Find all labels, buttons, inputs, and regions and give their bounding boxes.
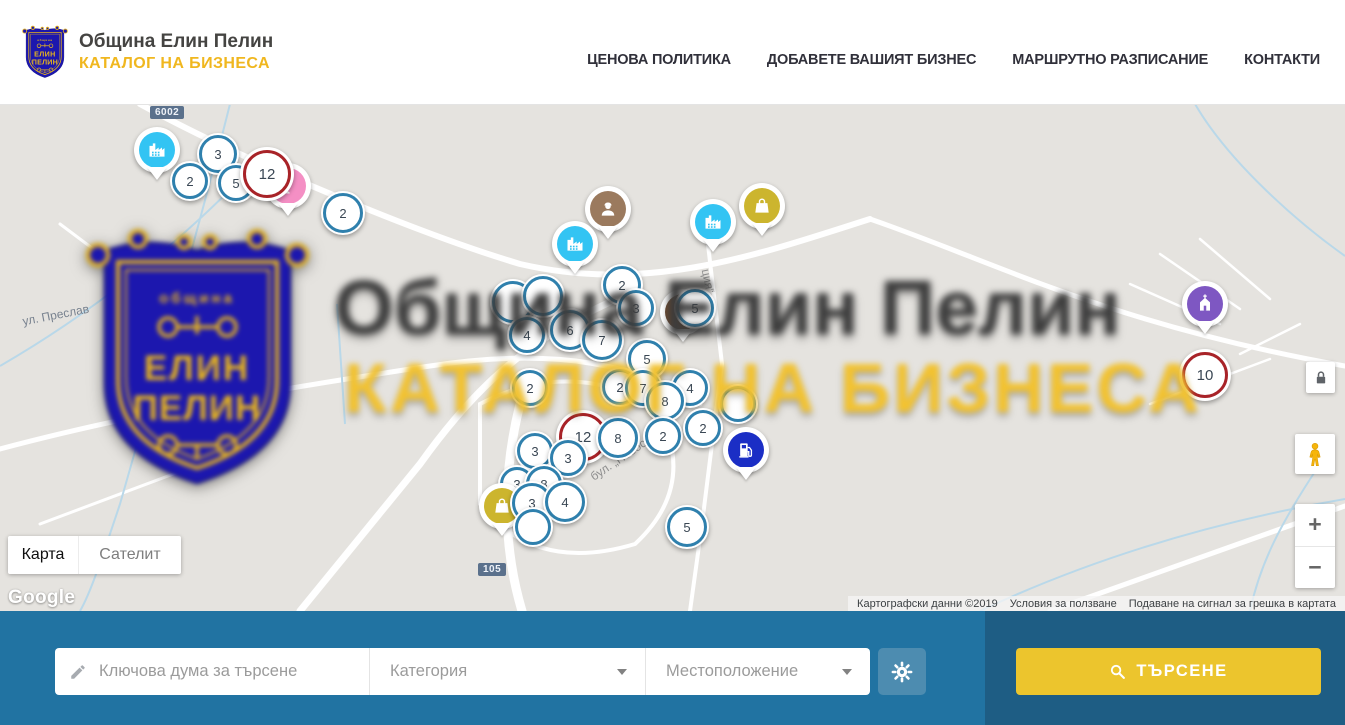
nav-item-bus-schedule[interactable]: МАРШРУТНО РАЗПИСАНИЕ bbox=[1012, 52, 1208, 68]
bag-icon bbox=[752, 196, 772, 216]
search-icon bbox=[1109, 663, 1126, 680]
map-marker-cluster[interactable]: 2 bbox=[170, 161, 210, 201]
google-map[interactable]: 6002 105 ул. Преслав бул. „Новосел ция“ … bbox=[0, 104, 1345, 611]
municipality-crest-icon bbox=[20, 20, 70, 84]
category-select[interactable]: Категория bbox=[369, 648, 645, 695]
main-nav: ЦЕНОВА ПОЛИТИКА ДОБАВЕТЕ ВАШИЯТ БИЗНЕС М… bbox=[587, 52, 1320, 68]
satellite-view-button[interactable]: Сателит bbox=[78, 536, 181, 574]
gear-icon bbox=[890, 660, 914, 684]
map-marker-fuel-pin[interactable] bbox=[723, 427, 769, 490]
advanced-options-button[interactable] bbox=[878, 648, 926, 695]
site-subtitle: КАТАЛОГ НА БИЗНЕСА bbox=[79, 54, 273, 74]
location-select-label: Местоположение bbox=[666, 662, 798, 681]
search-bar: Категория Местоположение bbox=[0, 611, 1345, 725]
church-icon bbox=[1195, 294, 1215, 314]
chevron-down-icon bbox=[617, 669, 627, 675]
map-type-control: Карта Сателит bbox=[8, 536, 181, 574]
keyword-search-input[interactable] bbox=[97, 661, 341, 682]
map-attribution: Картографски данни ©2019 Условия за полз… bbox=[848, 596, 1345, 611]
site-logo[interactable]: Община Елин Пелин КАТАЛОГ НА БИЗНЕСА bbox=[20, 20, 273, 84]
map-marker-church-pin[interactable] bbox=[1182, 281, 1228, 344]
map-marker-cluster[interactable]: 12 bbox=[240, 147, 294, 201]
search-button[interactable]: ТЪРСЕНЕ bbox=[1016, 648, 1321, 695]
nav-item-pricing[interactable]: ЦЕНОВА ПОЛИТИКА bbox=[587, 52, 731, 68]
fuel-icon bbox=[736, 440, 756, 460]
pegman-icon bbox=[1302, 440, 1328, 468]
google-logo[interactable]: Google bbox=[8, 587, 75, 609]
header: Община Елин Пелин КАТАЛОГ НА БИЗНЕСА ЦЕН… bbox=[0, 0, 1345, 105]
watermark-subtitle: КАТАЛОГ НА БИЗНЕСА bbox=[344, 348, 1202, 428]
watermark-title: Община Елин Пелин bbox=[334, 264, 1121, 353]
chevron-down-icon bbox=[842, 669, 852, 675]
pegman-button[interactable] bbox=[1295, 434, 1335, 474]
map-marker-cluster[interactable]: 2 bbox=[321, 191, 365, 235]
business-catalog-app: Община Елин Пелин КАТАЛОГ НА БИЗНЕСА ЦЕН… bbox=[0, 0, 1345, 725]
watermark-crest bbox=[75, 215, 320, 500]
lock-button[interactable] bbox=[1306, 362, 1335, 393]
zoom-in-button[interactable]: + bbox=[1295, 504, 1335, 546]
map-marker-bag-pin[interactable] bbox=[739, 183, 785, 246]
map-marker-cluster[interactable] bbox=[513, 507, 553, 547]
report-error-link[interactable]: Подаване на сигнал за грешка в картата bbox=[1123, 598, 1342, 610]
search-fields-group: Категория Местоположение bbox=[55, 648, 870, 695]
factory-icon bbox=[703, 212, 723, 232]
zoom-control: + − bbox=[1295, 504, 1335, 588]
road-number-badge: 105 bbox=[478, 563, 506, 576]
bag-icon bbox=[492, 496, 512, 516]
map-view-button[interactable]: Карта bbox=[8, 536, 78, 574]
road-number-badge: 6002 bbox=[150, 106, 184, 119]
map-marker-cluster[interactable]: 5 bbox=[665, 505, 709, 549]
nav-item-contacts[interactable]: КОНТАКТИ bbox=[1244, 52, 1320, 68]
worker-icon bbox=[598, 199, 618, 219]
map-marker-factory-pin[interactable] bbox=[690, 199, 736, 262]
nav-item-add-business[interactable]: ДОБАВЕТЕ ВАШИЯТ БИЗНЕС bbox=[767, 52, 976, 68]
map-copyright: Картографски данни ©2019 bbox=[851, 598, 1004, 610]
keyword-field bbox=[55, 648, 369, 695]
factory-icon bbox=[565, 234, 585, 254]
site-title: Община Елин Пелин bbox=[79, 30, 273, 54]
location-select[interactable]: Местоположение bbox=[645, 648, 870, 695]
terms-link[interactable]: Условия за ползване bbox=[1004, 598, 1123, 610]
lock-icon bbox=[1311, 368, 1331, 388]
factory-icon bbox=[147, 140, 167, 160]
zoom-out-button[interactable]: − bbox=[1295, 546, 1335, 589]
search-button-label: ТЪРСЕНЕ bbox=[1136, 662, 1227, 681]
pencil-icon bbox=[69, 663, 87, 681]
category-select-label: Категория bbox=[390, 662, 467, 681]
